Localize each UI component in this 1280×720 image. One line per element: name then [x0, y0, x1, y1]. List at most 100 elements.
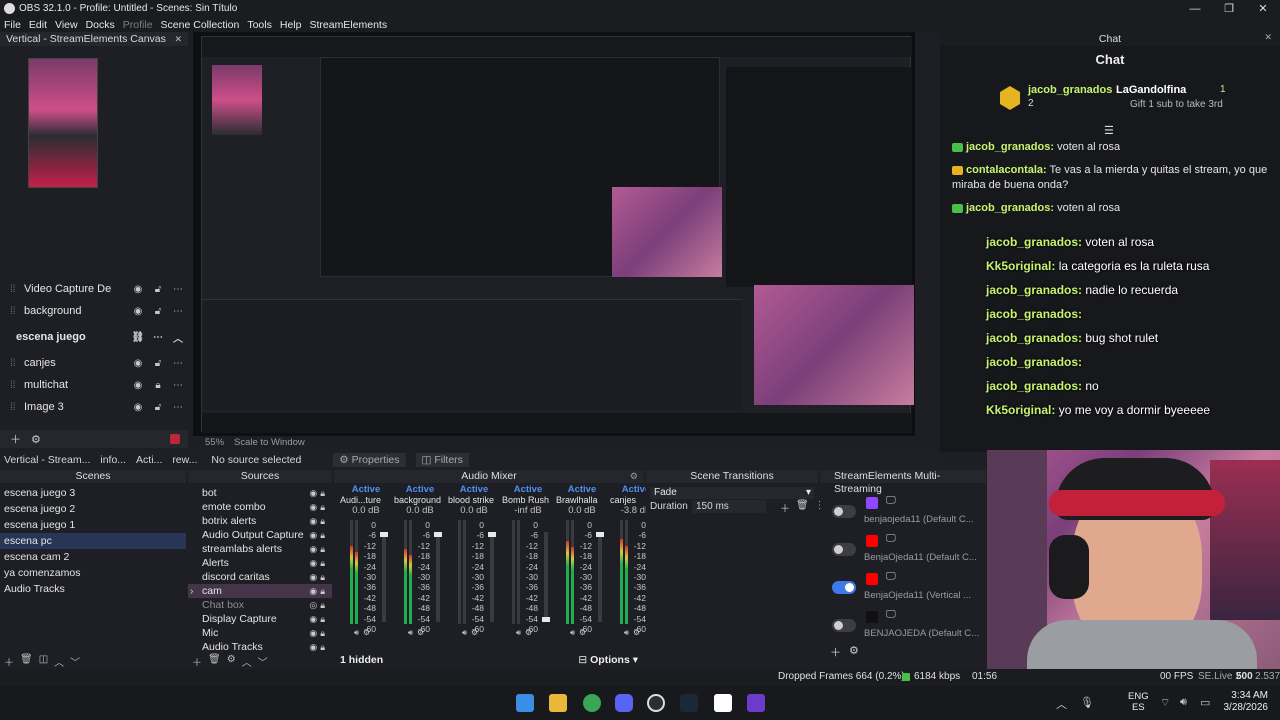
speaker-gear-icons[interactable]: 🔊︎⚙: [354, 628, 374, 638]
lock-icon[interactable]: 🔓︎: [148, 284, 168, 295]
eye-icon[interactable]: ◉: [128, 358, 148, 369]
volume-fader[interactable]: [488, 532, 496, 622]
drag-handle-icon[interactable]: ⁞⁞: [10, 380, 24, 391]
vertical-source-item[interactable]: ⁞⁞ multichat ◉ 🔒︎ ⋯: [0, 374, 188, 396]
minimize-button[interactable]: —: [1178, 0, 1212, 17]
speaker-gear-icons[interactable]: 🔊︎⚙: [624, 628, 644, 638]
volume-fader[interactable]: [380, 532, 388, 622]
menu-edit[interactable]: Edit: [29, 19, 47, 31]
chevron-up-icon[interactable]: ︿: [168, 330, 188, 345]
scene-item[interactable]: ya comenzamos: [0, 565, 186, 581]
speaker-gear-icons[interactable]: 🔊︎⚙: [570, 628, 590, 638]
gear-icon[interactable]: ⚙: [227, 654, 236, 669]
eye-lock-icons[interactable]: ◉🔒︎: [309, 584, 328, 598]
eye-lock-icons[interactable]: ◎🔒︎: [309, 598, 328, 612]
drag-handle-icon[interactable]: ⁞⁞: [10, 402, 24, 413]
trash-icon[interactable]: 🗑︎: [208, 654, 221, 669]
scene-item[interactable]: escena cam 2: [0, 549, 186, 565]
speaker-gear-icons[interactable]: 🔊︎⚙: [408, 628, 428, 638]
eye-lock-icons[interactable]: ◉🔒︎: [309, 626, 328, 640]
source-item[interactable]: streamlabs alerts ◉🔒︎: [188, 542, 332, 556]
notion-icon[interactable]: [714, 694, 732, 712]
more-icon[interactable]: ⋯: [168, 306, 188, 317]
chevron-up-icon[interactable]: ︿: [242, 654, 252, 669]
volume-fader[interactable]: [434, 532, 442, 622]
duration-input[interactable]: 150 ms: [692, 500, 766, 513]
fader-knob[interactable]: [542, 617, 550, 622]
gear-icon[interactable]: ⚙: [630, 470, 638, 483]
target-toggle[interactable]: [832, 505, 856, 518]
menu-profile[interactable]: Profile: [123, 19, 153, 31]
source-item[interactable]: botrix alerts ◉🔒︎: [188, 514, 332, 528]
maximize-button[interactable]: ❐: [1212, 0, 1246, 17]
close-button[interactable]: ✕: [1246, 0, 1280, 17]
steam-icon[interactable]: [680, 694, 698, 712]
source-item[interactable]: Audio Output Capture ◉🔒︎: [188, 528, 332, 542]
source-item[interactable]: discord caritas ◉🔒︎: [188, 570, 332, 584]
clock[interactable]: 3:34 AM 3/28/2026: [1222, 690, 1269, 714]
speaker-gear-icons[interactable]: 🔊︎⚙: [462, 628, 482, 638]
source-item-hidden[interactable]: Chat box ◎🔒︎: [188, 598, 332, 612]
menu-tools[interactable]: Tools: [247, 19, 272, 31]
volume-fader[interactable]: [542, 532, 550, 622]
tab-rewards[interactable]: rew...: [172, 454, 197, 466]
target-toggle[interactable]: [832, 543, 856, 556]
eye-lock-icons[interactable]: ◉🔒︎: [309, 542, 328, 556]
add-icon[interactable]: ＋: [192, 654, 202, 669]
fader-knob[interactable]: [596, 532, 604, 537]
chevron-up-icon[interactable]: ︿: [1056, 696, 1067, 712]
scene-item[interactable]: escena juego 3: [0, 485, 186, 501]
drag-handle-icon[interactable]: ⁞⁞: [10, 306, 24, 317]
scene-item-selected[interactable]: escena pc: [0, 533, 186, 549]
source-item[interactable]: Display Capture ◉🔒︎: [188, 612, 332, 626]
vertical-source-group[interactable]: escena juego ⛓︎ ⋯ ︿: [0, 322, 188, 352]
menu-view[interactable]: View: [55, 19, 78, 31]
menu-file[interactable]: File: [4, 19, 21, 31]
tab-vertical[interactable]: Vertical - Stream...: [4, 454, 90, 466]
eye-lock-icons[interactable]: ◉🔒︎: [309, 528, 328, 542]
menu-docks[interactable]: Docks: [86, 19, 115, 31]
network-icon[interactable]: ⌔: [1160, 696, 1170, 710]
fader-knob[interactable]: [434, 532, 442, 537]
transition-type-select[interactable]: Fade ▾: [650, 487, 814, 499]
source-item[interactable]: bot ◉🔒︎: [188, 486, 332, 500]
mixer-options-button[interactable]: ⊟ Options ▾: [578, 654, 638, 666]
chat-menu-icon[interactable]: ☰: [1104, 124, 1114, 137]
speaker-gear-icons[interactable]: 🔊︎⚙: [516, 628, 536, 638]
menu-help[interactable]: Help: [280, 19, 302, 31]
chevron-down-icon[interactable]: ﹀: [258, 654, 268, 669]
eye-lock-icons[interactable]: ◉🔒︎: [309, 556, 328, 570]
language-indicator[interactable]: ENG ES: [1128, 691, 1149, 713]
eye-icon[interactable]: ◉: [128, 380, 148, 391]
group-chevron-icon[interactable]: ›: [190, 584, 194, 598]
eye-lock-icons[interactable]: ◉🔒︎: [309, 500, 328, 514]
gear-icon[interactable]: ⚙: [849, 644, 859, 660]
vertical-source-item[interactable]: ⁞⁞ Image 3 ◉ 🔓︎ ⋯: [0, 396, 188, 418]
lock-icon[interactable]: 🔓︎: [148, 402, 168, 413]
source-item[interactable]: Alerts ◉🔒︎: [188, 556, 332, 570]
close-icon[interactable]: ✕: [1264, 32, 1272, 43]
lock-icon[interactable]: 🔓︎: [148, 358, 168, 369]
hidden-count[interactable]: 1 hidden: [340, 654, 383, 666]
record-icon[interactable]: [170, 434, 180, 444]
target-toggle[interactable]: [832, 581, 856, 594]
eye-lock-icons[interactable]: ◉🔒︎: [309, 612, 328, 626]
vertical-source-item[interactable]: ⁞⁞ background ◉ 🔓︎ ⋯: [0, 300, 188, 322]
vertical-source-item[interactable]: ⁞⁞ Video Capture De ◉ 🔓︎ ⋯: [0, 278, 188, 300]
lock-icon[interactable]: 🔒︎: [148, 380, 168, 391]
volume-fader[interactable]: [596, 532, 604, 622]
fader-knob[interactable]: [380, 532, 388, 537]
vertical-source-item[interactable]: ⁞⁞ canjes ◉ 🔓︎ ⋯: [0, 352, 188, 374]
menu-streamelements[interactable]: StreamElements: [309, 19, 387, 31]
drag-handle-icon[interactable]: ⁞⁞: [10, 284, 24, 295]
filters-button[interactable]: ◫ Filters: [415, 453, 469, 467]
source-item[interactable]: Audio Tracks ◉🔒︎: [188, 640, 332, 654]
target-toggle[interactable]: [832, 619, 856, 632]
eye-lock-icons[interactable]: ◉🔒︎: [309, 486, 328, 500]
link-icon[interactable]: ⛓︎: [128, 332, 148, 343]
more-icon[interactable]: ⋯: [168, 358, 188, 369]
add-icon[interactable]: ＋: [4, 654, 14, 669]
eye-lock-icons[interactable]: ◉🔒︎: [309, 570, 328, 584]
tab-info[interactable]: info...: [100, 454, 126, 466]
tab-activity[interactable]: Acti...: [136, 454, 162, 466]
